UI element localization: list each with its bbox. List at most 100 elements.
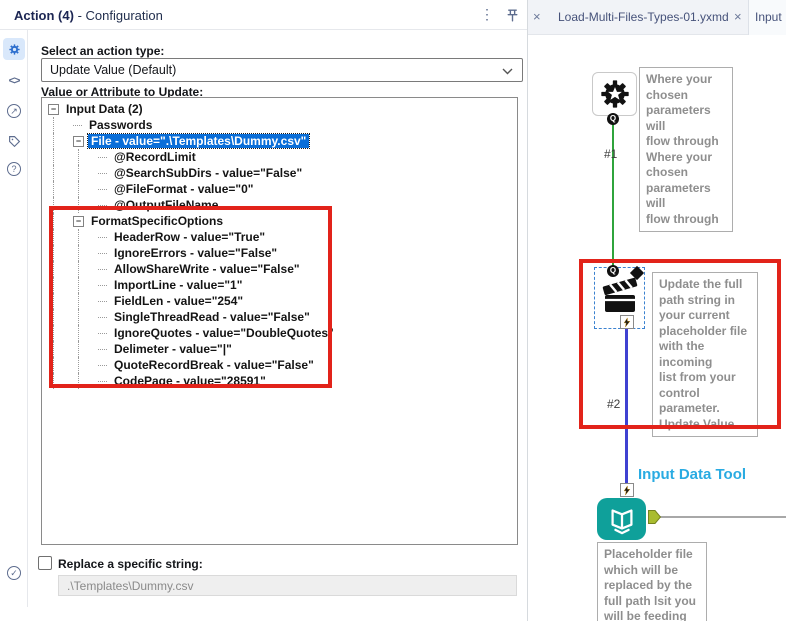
- tree-guide-line: [53, 213, 73, 229]
- input-data-tool[interactable]: [597, 498, 646, 540]
- tree-item-label[interactable]: @RecordLimit: [111, 150, 199, 164]
- tree-item[interactable]: Passwords: [48, 117, 517, 133]
- connector-control-to-action[interactable]: [612, 124, 614, 266]
- tree-item-label[interactable]: AllowShareWrite - value="False": [111, 262, 303, 276]
- annotation-input-data-tool[interactable]: Placeholder file which will be replaced …: [597, 542, 707, 621]
- tree-item-label[interactable]: @SearchSubDirs - value="False": [111, 166, 305, 180]
- config-icon-rail: <> ↗ ? ✓: [0, 30, 28, 607]
- tab-load-multi-files[interactable]: Load-Multi-Files-Types-01.yxmd: [558, 10, 729, 24]
- tree-item[interactable]: @SearchSubDirs - value="False": [48, 165, 517, 181]
- tree-item[interactable]: ImportLine - value="1": [48, 277, 517, 293]
- tree-item[interactable]: @RecordLimit: [48, 149, 517, 165]
- tree-item-label[interactable]: Delimeter - value="|": [111, 342, 235, 356]
- tree-branch-stub: [98, 204, 107, 206]
- replace-string-label: Replace a specific string:: [58, 557, 203, 571]
- action-tool-clapperboard-icon[interactable]: [600, 276, 640, 316]
- tree-branch-stub: [98, 252, 107, 254]
- input-data-tool-label: Input Data Tool: [638, 466, 747, 483]
- config-form: Select an action type: Update Value (Def…: [28, 30, 528, 607]
- annotation-control-parameter[interactable]: Where your chosen parameters will flow t…: [639, 67, 733, 232]
- pin-panel-icon[interactable]: [505, 8, 520, 23]
- tree-branch-stub: [98, 236, 107, 238]
- tree-guide-line: [53, 117, 73, 133]
- alteryx-designer-window: Action (4) - Configuration ⋮ <> ↗ ? ✓ Se…: [0, 0, 786, 621]
- tree-guide-line: [78, 181, 98, 197]
- tree-item[interactable]: @FileFormat - value="0": [48, 181, 517, 197]
- tree-item[interactable]: HeaderRow - value="True": [48, 229, 517, 245]
- tree-item-label[interactable]: Passwords: [86, 118, 155, 132]
- open-example-icon[interactable]: ↗: [3, 100, 25, 122]
- tree-item-label[interactable]: FieldLen - value="254": [111, 294, 246, 308]
- question-output-anchor[interactable]: Q: [607, 113, 619, 125]
- tree-item[interactable]: AllowShareWrite - value="False": [48, 261, 517, 277]
- tree-branch-stub: [98, 348, 107, 350]
- value-attribute-tree[interactable]: − Input Data (2) Passwords − File - value=".…: [41, 97, 518, 545]
- tree-guide-line: [78, 261, 98, 277]
- tree-guide-line: [78, 357, 98, 373]
- close-icon[interactable]: ×: [533, 9, 541, 24]
- connector-input-output[interactable]: [660, 516, 786, 518]
- workflow-canvas[interactable]: × Load-Multi-Files-Types-01.yxmd × Input…: [528, 0, 786, 621]
- tree-guide-line: [78, 309, 98, 325]
- tree-item[interactable]: SingleThreadRead - value="False": [48, 309, 517, 325]
- tree-item[interactable]: QuoteRecordBreak - value="False": [48, 357, 517, 373]
- tree-item-label[interactable]: HeaderRow - value="True": [111, 230, 268, 244]
- replace-string-checkbox[interactable]: [38, 556, 52, 570]
- tree-item-label[interactable]: QuoteRecordBreak - value="False": [111, 358, 317, 372]
- replace-string-field[interactable]: .\Templates\Dummy.csv: [58, 575, 517, 596]
- tab-input-partial[interactable]: Input: [749, 0, 786, 35]
- tree-item-label[interactable]: IgnoreQuotes - value="DoubleQuotes": [111, 326, 337, 340]
- help-icon[interactable]: ?: [3, 158, 25, 180]
- lightning-action-anchor[interactable]: [620, 315, 634, 329]
- tree-item[interactable]: @OutputFileName: [48, 197, 517, 213]
- panel-title-suffix: - Configuration: [73, 8, 163, 23]
- output-anchor-icon[interactable]: [648, 510, 661, 524]
- tree-collapse-icon[interactable]: −: [73, 135, 84, 147]
- connector-action-to-input[interactable]: [625, 329, 628, 487]
- tree-item-label[interactable]: IgnoreErrors - value="False": [111, 246, 280, 260]
- control-parameter-tool[interactable]: [592, 72, 637, 116]
- tree-collapse-icon[interactable]: −: [48, 103, 59, 115]
- open-book-icon: [610, 509, 633, 535]
- tree-item-label[interactable]: @FileFormat - value="0": [111, 182, 256, 196]
- tree-item[interactable]: IgnoreQuotes - value="DoubleQuotes": [48, 325, 517, 341]
- tree-guide-line: [53, 293, 73, 309]
- tree-item-label[interactable]: FormatSpecificOptions: [88, 214, 226, 228]
- lightning-bolt-icon: [623, 484, 631, 495]
- tree-guide-line: [78, 149, 98, 165]
- action-type-dropdown[interactable]: Update Value (Default): [41, 58, 523, 82]
- tree-guide-line: [53, 133, 73, 149]
- tree-collapse-icon[interactable]: −: [73, 215, 84, 227]
- tree-item[interactable]: CodePage - value="28591": [48, 373, 517, 389]
- tree-item-label[interactable]: File - value=".\Templates\Dummy.csv": [86, 133, 311, 149]
- tree-item[interactable]: IgnoreErrors - value="False": [48, 245, 517, 261]
- lightning-action-anchor[interactable]: [620, 483, 634, 497]
- tag-icon[interactable]: [3, 130, 25, 152]
- close-icon[interactable]: ×: [734, 9, 742, 24]
- tree-item-label[interactable]: @OutputFileName: [111, 198, 221, 212]
- question-input-anchor[interactable]: Q: [607, 265, 619, 277]
- xml-view-icon[interactable]: <>: [3, 70, 25, 92]
- tree-item-label[interactable]: SingleThreadRead - value="False": [111, 310, 313, 324]
- check-status-icon[interactable]: ✓: [3, 562, 25, 584]
- configuration-tab-gear-icon[interactable]: [3, 38, 25, 60]
- tree-guide-line: [53, 309, 73, 325]
- action-type-label: Select an action type:: [41, 44, 165, 58]
- tree-item[interactable]: Delimeter - value="|": [48, 341, 517, 357]
- tree-guide-line: [53, 229, 73, 245]
- tree-guide-line: [53, 373, 73, 389]
- tree-item[interactable]: − File - value=".\Templates\Dummy.csv": [48, 133, 517, 149]
- tree-item[interactable]: − Input Data (2): [48, 101, 517, 117]
- tree-guide-line: [53, 357, 73, 373]
- configuration-panel: Action (4) - Configuration ⋮ <> ↗ ? ✓ Se…: [0, 0, 528, 621]
- tree-item-label[interactable]: ImportLine - value="1": [111, 278, 245, 292]
- annotation-action-tool[interactable]: Update the full path string in your curr…: [652, 272, 758, 437]
- more-options-icon[interactable]: ⋮: [479, 6, 495, 23]
- tree-item-label[interactable]: Input Data (2): [63, 102, 146, 116]
- tree-item[interactable]: FieldLen - value="254": [48, 293, 517, 309]
- tree-guide-line: [53, 261, 73, 277]
- tree-branch-stub: [98, 268, 107, 270]
- tree-item[interactable]: − FormatSpecificOptions: [48, 213, 517, 229]
- panel-title: Action (4) - Configuration: [14, 8, 163, 23]
- tree-item-label[interactable]: CodePage - value="28591": [111, 374, 269, 388]
